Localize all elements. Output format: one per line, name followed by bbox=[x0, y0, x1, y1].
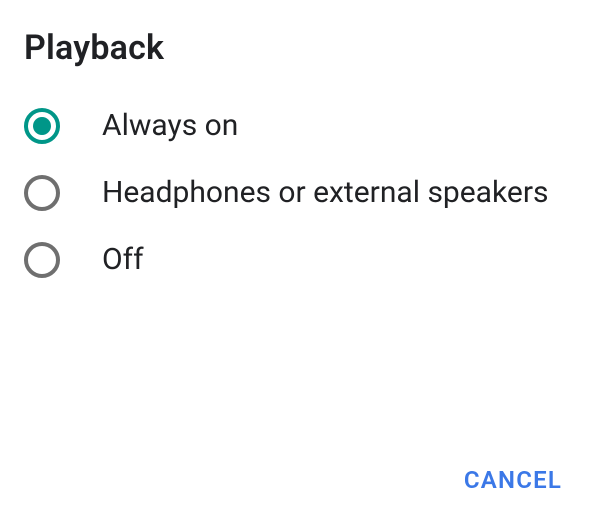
radio-label: Always on bbox=[102, 106, 238, 145]
dialog-actions: CANCEL bbox=[464, 466, 562, 494]
cancel-button[interactable]: CANCEL bbox=[464, 466, 562, 494]
radio-option-off[interactable]: Off bbox=[24, 240, 566, 279]
radio-label: Headphones or external speakers bbox=[102, 173, 548, 212]
radio-icon bbox=[24, 242, 60, 278]
radio-label: Off bbox=[102, 240, 144, 279]
radio-option-always-on[interactable]: Always on bbox=[24, 106, 566, 145]
radio-option-headphones[interactable]: Headphones or external speakers bbox=[24, 173, 566, 212]
radio-icon bbox=[24, 175, 60, 211]
radio-group: Always on Headphones or external speaker… bbox=[24, 106, 566, 279]
radio-icon bbox=[24, 108, 60, 144]
dialog-title: Playback bbox=[24, 28, 566, 68]
